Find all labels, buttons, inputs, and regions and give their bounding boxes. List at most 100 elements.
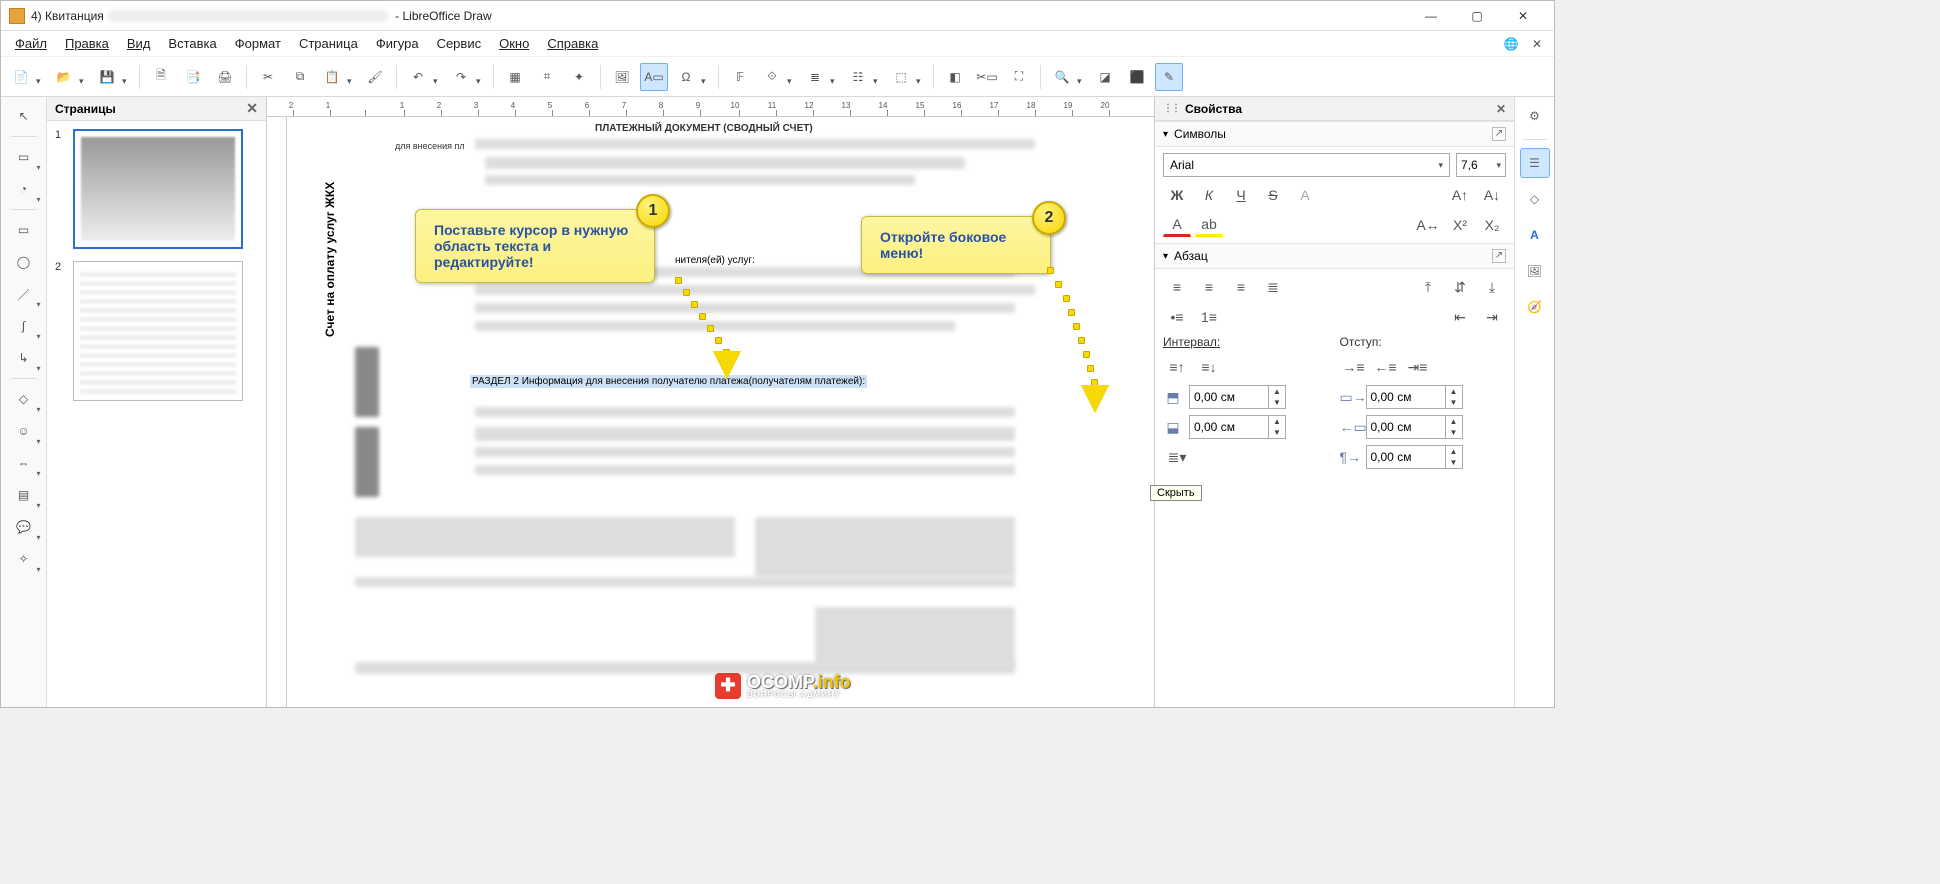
underline-button[interactable]: Ч [1227,183,1255,207]
increase-spacing-button[interactable]: ≡↑ [1163,355,1191,379]
filter-button[interactable]: ⛶ [1005,63,1033,91]
indent-decrease-button[interactable]: ←≡ [1372,355,1400,379]
grid-button[interactable]: ▦ [501,63,529,91]
draw-functions-button[interactable]: ✎ [1155,63,1183,91]
line-color-tool[interactable]: ▭▾ [7,142,41,172]
font-size-select[interactable]: 7,6▾ [1456,153,1506,177]
subscript-button[interactable]: X₂ [1478,213,1506,237]
clone-format-button[interactable]: 🖌 [361,63,389,91]
close-button[interactable]: ✕ [1500,1,1546,31]
sidebar-tab-gallery[interactable]: 🖼 [1520,256,1550,286]
sidebar-tab-styles[interactable]: A [1520,220,1550,250]
increase-indent-button[interactable]: ⇥ [1478,305,1506,329]
export-pdf-button[interactable]: 📑 [179,63,207,91]
page-thumb-2[interactable] [73,261,243,401]
arrange-button[interactable]: ☷ [844,63,872,91]
pages-panel-close-icon[interactable]: ✕ [246,100,258,117]
symbol-shapes-tool[interactable]: ☺▾ [7,416,41,446]
3d-button[interactable]: ⬛ [1123,63,1151,91]
fill-color-tool[interactable]: ◔▾ [7,174,41,204]
arrow-shapes-tool[interactable]: ⇔▾ [7,448,41,478]
strikethrough-button[interactable]: S [1259,183,1287,207]
sidebar-settings-icon[interactable]: ⚙ [1520,101,1550,131]
font-color-button[interactable]: A [1163,213,1191,237]
maximize-button[interactable]: ▢ [1454,1,1500,31]
close-doc-icon[interactable]: ✕ [1526,33,1548,55]
callout-tool[interactable]: 💬▾ [7,512,41,542]
export-button[interactable]: 🗎 [147,63,175,91]
menu-format[interactable]: Формат [227,33,289,54]
decrease-spacing-button[interactable]: ≡↓ [1195,355,1223,379]
horizontal-ruler[interactable]: 211234567891011121314151617181920 [267,97,1154,117]
space-below-input[interactable]: ▲▼ [1189,415,1286,439]
section-characters-more-icon[interactable]: ↗ [1492,127,1506,141]
crop-button[interactable]: ✂▭ [973,63,1001,91]
space-above-input[interactable]: ▲▼ [1189,385,1286,409]
basic-shapes-tool[interactable]: ◇▾ [7,384,41,414]
menu-service[interactable]: Сервис [429,33,490,54]
highlight-color-button[interactable]: ab [1195,213,1223,237]
line-tool[interactable]: ／▾ [7,279,41,309]
extrusion-button[interactable]: ◪ [1091,63,1119,91]
superscript-button[interactable]: X² [1446,213,1474,237]
menu-window[interactable]: Окно [491,33,537,54]
undo-button[interactable]: ↶ [404,63,432,91]
page-viewport[interactable]: Счет на оплату услуг ЖКХ ПЛАТЕЖНЫЙ ДОКУМ… [287,117,1154,707]
rectangle-tool[interactable]: ▭ [7,215,41,245]
page-thumb-1[interactable] [73,129,243,249]
image-button[interactable]: 🖼 [608,63,636,91]
line-spacing-button[interactable]: ≣▾ [1163,445,1191,469]
menu-help[interactable]: Справка [539,33,606,54]
properties-close-icon[interactable]: ✕ [1496,102,1506,116]
textbox-button[interactable]: A▭ [640,63,668,91]
snap-button[interactable]: ⌗ [533,63,561,91]
increase-font-button[interactable]: A↑ [1446,183,1474,207]
transform-button[interactable]: ⟐ [758,63,786,91]
open-button[interactable]: 📂 [50,63,78,91]
menu-file[interactable]: Файл [7,33,55,54]
valign-bottom-button[interactable]: ⤓ [1478,275,1506,299]
copy-button[interactable]: ⧉ [286,63,314,91]
valign-middle-button[interactable]: ⇵ [1446,275,1474,299]
paste-button[interactable]: 📋 [318,63,346,91]
align-left-button[interactable]: ≡ [1163,275,1191,299]
redo-button[interactable]: ↷ [447,63,475,91]
menu-shape[interactable]: Фигура [368,33,427,54]
valign-top-button[interactable]: ⤒ [1414,275,1442,299]
ellipse-tool[interactable]: ◯ [7,247,41,277]
decrease-indent-button[interactable]: ⇤ [1446,305,1474,329]
sidebar-tab-shapes[interactable]: ◇ [1520,184,1550,214]
section-characters-header[interactable]: ▾Символы ↗ [1155,121,1514,147]
shadow-text-button[interactable]: A [1291,183,1319,207]
menu-edit[interactable]: Правка [57,33,117,54]
curve-tool[interactable]: ∫▾ [7,311,41,341]
special-char-button[interactable]: Ω [672,63,700,91]
distribute-button[interactable]: ⬚ [887,63,915,91]
menu-insert[interactable]: Вставка [160,33,224,54]
fontwork-button[interactable]: 𝔽 [726,63,754,91]
menu-view[interactable]: Вид [119,33,159,54]
sidebar-tab-navigator[interactable]: 🧭 [1520,292,1550,322]
align-right-button[interactable]: ≡ [1227,275,1255,299]
section-paragraph-more-icon[interactable]: ↗ [1492,249,1506,263]
align-center-button[interactable]: ≡ [1195,275,1223,299]
new-button[interactable]: 📄 [7,63,35,91]
sidebar-tab-properties[interactable]: ☰ [1520,148,1550,178]
bold-button[interactable]: Ж [1163,183,1191,207]
indent-after-input[interactable]: ▲▼ [1366,415,1463,439]
number-list-button[interactable]: 1≡ [1195,305,1223,329]
bullet-list-button[interactable]: •≡ [1163,305,1191,329]
print-button[interactable]: 🖨 [211,63,239,91]
shadow-button[interactable]: ◧ [941,63,969,91]
flowchart-tool[interactable]: ▤▾ [7,480,41,510]
menu-page[interactable]: Страница [291,33,366,54]
zoom-button[interactable]: 🔍 [1048,63,1076,91]
connector-tool[interactable]: ↳▾ [7,343,41,373]
font-name-select[interactable]: Arial▾ [1163,153,1450,177]
char-spacing-button[interactable]: A↔ [1414,213,1442,237]
save-button[interactable]: 💾 [93,63,121,91]
cut-button[interactable]: ✂ [254,63,282,91]
decrease-font-button[interactable]: A↓ [1478,183,1506,207]
indent-increase-button[interactable]: →≡ [1340,355,1368,379]
hanging-indent-button[interactable]: ⇥≡ [1404,355,1432,379]
